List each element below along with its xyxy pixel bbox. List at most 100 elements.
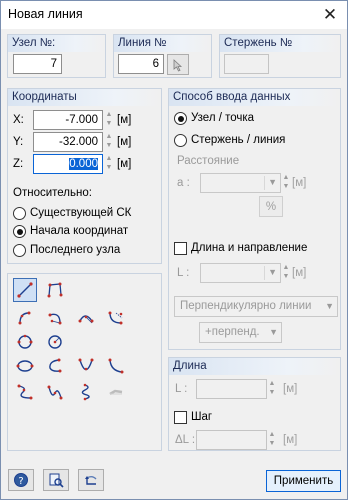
x-spinner[interactable]: ▲ ▼ [104,110,114,130]
z-unit: [м] [117,158,132,170]
l-combo[interactable]: ▼ [200,263,281,283]
polyline-icon [47,282,63,298]
parabola-button[interactable] [74,354,98,378]
arc-button[interactable] [13,306,37,330]
free-curve-icon [109,389,123,396]
coordinates-group: Координаты X: -7.000 ▲ ▼ [м] Y: -32.000 ▲… [7,88,162,264]
line-no-group: Линия № 6 [113,34,212,78]
arc-icon [18,311,31,325]
y-input[interactable]: -32.000 [33,132,103,152]
length-dl-label: ΔL : [175,434,196,446]
radio-existing-cs[interactable] [13,207,26,220]
length-l-spinner[interactable]: ▲ ▼ [267,379,277,399]
ellipse-button[interactable] [13,354,37,378]
nurbs-icon [47,385,63,400]
radio-origin[interactable] [13,225,26,238]
svg-text:?: ? [18,476,23,487]
helix-button[interactable] [74,380,98,404]
x-input[interactable]: -7.000 [33,110,103,130]
spline-button[interactable] [13,380,37,404]
undo-icon [85,476,97,485]
line-no-label: Линия № [114,35,211,52]
magnifier-icon [49,473,64,488]
z-value-selected: 0.000 [69,158,98,170]
circle-center-button[interactable] [43,330,67,354]
help-button[interactable]: ? [8,469,34,491]
member-no-label: Стержень № [220,35,340,52]
a-combo[interactable]: ▼ [200,173,281,193]
chevron-down-icon: ▼ [325,301,334,311]
relative-label: Относительно: [13,187,92,199]
chevron-down-icon: ▼ [269,327,278,337]
polyline-chain-button[interactable] [43,278,67,302]
step-label[interactable]: Шаг [191,411,212,423]
polyline-button[interactable] [13,278,37,302]
x-label: X: [13,114,24,126]
elliptic-arc-button[interactable] [43,354,67,378]
length-l-label: L : [175,383,188,395]
member-no-group: Стержень № [219,34,341,78]
perpendicular-select[interactable]: Перпендикулярно линии ▼ [174,296,338,317]
window-title: Новая линия [8,7,83,21]
pointer-icon [173,58,183,72]
a-spinner[interactable]: ▲ ▼ [281,173,291,193]
length-dl-input[interactable] [196,430,267,450]
member-no-input[interactable] [224,54,269,74]
perp-mode-select[interactable]: +перпенд. ▼ [199,322,282,343]
chevron-down-icon: ▼ [268,267,277,277]
radio-member-line[interactable] [174,134,187,147]
arc-center-icon [48,313,62,325]
length-header: Длина [169,358,340,375]
length-dl-unit: [м] [283,434,298,446]
pick-line-button[interactable] [167,54,189,75]
line-no-input[interactable]: 6 [118,54,164,74]
free-curve-button[interactable] [104,380,128,404]
option-origin[interactable]: Начала координат [30,225,128,237]
circle-icon [17,334,33,349]
circle-button[interactable] [13,330,37,354]
info-button[interactable] [43,469,69,491]
apply-button[interactable]: Применить [266,470,341,492]
coordinates-header: Координаты [8,89,161,106]
option-last-node[interactable]: Последнего узла [30,244,120,256]
close-icon[interactable]: ✕ [317,3,343,27]
length-dl-spinner[interactable]: ▲ ▼ [267,430,277,450]
l-label: L : [177,267,190,279]
circle-center-icon [48,335,62,349]
z-label: Z: [13,158,24,170]
option-node-point[interactable]: Узел / точка [191,112,254,124]
l-spinner[interactable]: ▲ ▼ [281,263,291,283]
length-direction-checkbox[interactable] [174,242,187,255]
option-member-line[interactable]: Стержень / линия [191,134,285,146]
distance-label: Расстояние [177,155,240,167]
arc-center-button[interactable] [43,306,67,330]
step-checkbox[interactable] [174,411,187,424]
arc-tangent-button[interactable] [104,306,128,330]
node-no-group: Узел №: 7 [7,34,106,78]
y-spinner[interactable]: ▲ ▼ [104,132,114,152]
x-unit: [м] [117,114,132,126]
length-direction-label[interactable]: Длина и направление [191,242,307,254]
nurbs-button[interactable] [43,380,67,404]
z-input[interactable]: 0.000 [33,154,103,174]
option-existing-cs[interactable]: Существующей СК [30,207,131,219]
parabola-icon [78,358,94,371]
radio-last-node[interactable] [13,244,26,257]
arc-3pt-icon [78,315,94,324]
hyperbola-icon [108,358,124,374]
undo-button[interactable] [78,469,104,491]
hyperbola-button[interactable] [104,354,128,378]
length-l-input[interactable] [196,379,267,399]
percent-button[interactable]: % [259,196,283,217]
node-no-input[interactable]: 7 [13,54,62,74]
chevron-down-icon: ▼ [268,177,277,187]
arc-3pt-button[interactable] [74,306,98,330]
spline-icon [17,384,33,400]
radio-node-point[interactable] [174,112,187,125]
title-bar: Новая линия ✕ [1,1,347,29]
line-segment-icon [17,282,33,298]
ellipse-icon [16,360,34,372]
z-spinner[interactable]: ▲ ▼ [104,154,114,174]
length-group: Длина L : ▲ ▼ [м] Шаг ΔL : ▲ ▼ [м] [168,357,341,451]
l-unit: [м] [292,267,307,279]
